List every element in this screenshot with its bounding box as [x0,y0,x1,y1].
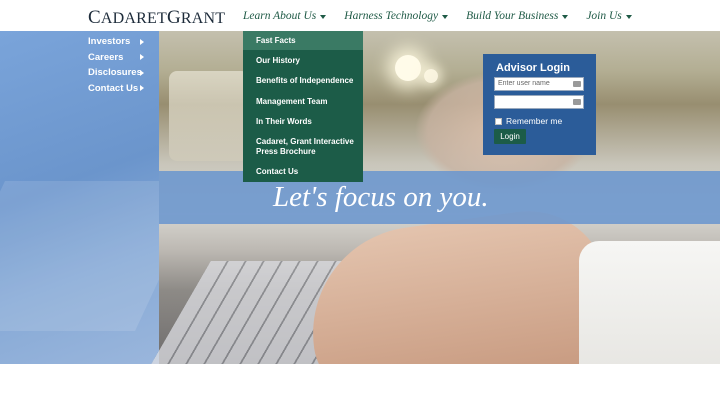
username-field[interactable]: Enter user name [494,77,584,91]
dropdown-item-in-their-words[interactable]: In Their Words [243,117,363,127]
advisor-login-box: Advisor Login Enter user name Remember m… [483,54,596,155]
login-button[interactable]: Login [494,129,526,144]
advisor-login-title: Advisor Login [496,62,570,74]
nav-join-us-label: Join Us [586,10,622,22]
hand-image [299,200,619,364]
sidenav-item-investors[interactable]: Investors [88,34,144,50]
dropdown-item-contact-us[interactable]: Contact Us [243,167,363,177]
arrow-right-icon [140,54,144,61]
shirt-sleeve-image [579,241,720,364]
dropdown-item-our-history[interactable]: Our History [243,56,363,66]
sidenav-label: Contact Us [88,82,139,94]
site-header: CADARETGRANT Learn About Us Harness Tech… [0,0,720,31]
nav-join-us[interactable]: Join Us [586,10,632,22]
username-placeholder: Enter user name [498,80,550,87]
password-field[interactable] [494,95,584,109]
dropdown-item-press-brochure[interactable]: Cadaret, Grant Interactive Press Brochur… [243,137,363,157]
keyboard-icon [573,99,581,105]
caret-down-icon [320,14,327,19]
dropdown-item-management-team[interactable]: Management Team [243,97,363,107]
sidenav-item-disclosures[interactable]: Disclosures [88,65,144,81]
nav-harness-technology-label: Harness Technology [344,10,439,22]
dropdown-item-fast-facts[interactable]: Fast Facts [243,31,363,50]
logo-letter-c: C [88,7,101,28]
side-nav: Investors Careers Disclosures Contact Us [88,34,144,96]
nav-learn-about-us-label: Learn About Us [243,10,317,22]
main-nav: Learn About Us Harness Technology Build … [243,10,650,22]
arrow-right-icon [140,85,144,92]
logo-text-adaret: ADARET [100,10,167,27]
learn-about-us-dropdown: Fast Facts Our History Benefits of Indep… [243,31,363,182]
logo-text-rant: RANT [180,10,226,27]
sidenav-item-careers[interactable]: Careers [88,50,144,66]
remember-me-label: Remember me [506,116,563,126]
sidenav-label: Careers [88,51,124,63]
nav-build-your-business-label: Build Your Business [466,10,559,22]
caret-down-icon [442,14,449,19]
sidenav-item-contact-us[interactable]: Contact Us [88,81,144,97]
logo-letter-g: G [166,7,181,28]
light-glow [424,69,438,83]
coffee-cup-image [169,71,249,161]
remember-me-checkbox[interactable] [495,117,502,125]
light-glow [395,55,421,81]
arrow-right-icon [140,38,144,45]
nav-build-your-business[interactable]: Build Your Business [466,10,569,22]
hero-tagline: Let's focus on you. [273,181,489,213]
caret-down-icon [625,14,632,19]
dropdown-item-benefits-of-independence[interactable]: Benefits of Independence [243,76,363,86]
nav-harness-technology[interactable]: Harness Technology [344,10,449,22]
remember-me[interactable]: Remember me [495,116,562,126]
nav-learn-about-us[interactable]: Learn About Us [243,10,327,22]
sidenav-label: Disclosures [88,67,142,79]
arrow-right-icon [140,69,144,76]
caret-down-icon [562,14,569,19]
sidenav-label: Investors [88,36,131,48]
cadaret-grant-logo[interactable]: CADARETGRANT [88,7,225,29]
keyboard-icon [573,81,581,87]
